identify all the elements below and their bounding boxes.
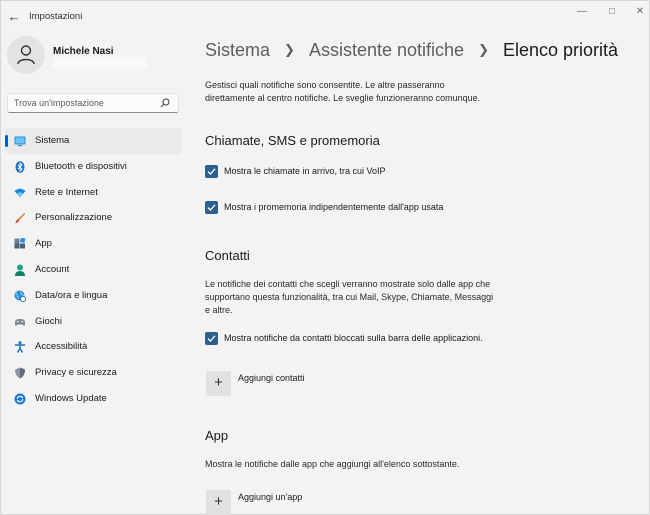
sidebar-item-label: Personalizzazione [35,212,113,224]
chevron-right-icon: ❯ [284,42,295,58]
checkbox-calls[interactable] [205,165,218,178]
add-app-button[interactable]: + [206,490,231,515]
search-icon[interactable] [160,98,170,108]
globe-clock-icon [14,290,26,302]
back-arrow-icon[interactable]: ← [7,10,21,24]
checkbox-reminders[interactable] [205,201,218,214]
sidebar-item-label: Sistema [35,135,70,146]
contacts-desc-line: supportano questa funzionalità, tra cui … [205,292,494,302]
sidebar-item-label: Giochi [35,315,62,327]
checkmark-icon [207,335,216,342]
shield-icon [15,367,25,379]
sidebar-item-label: Bluetooth e dispositivi [35,160,127,172]
checkmark-icon [207,168,216,175]
brush-icon [15,213,26,224]
user-name: Michele Nasi [53,46,114,57]
checkbox-label: Mostra notifiche da contatti bloccati su… [224,333,483,343]
page-title: Elenco priorità [503,39,619,60]
sidebar-item-windows-update[interactable]: Windows Update [5,386,181,412]
sidebar-item-rete[interactable]: Rete e Internet [5,180,181,206]
sidebar-item-label: Rete e Internet [35,186,98,198]
gamepad-icon [14,318,26,326]
add-contacts-button[interactable]: + [206,371,231,396]
sidebar-item-label: Accessibilità [35,341,88,353]
contacts-description: Le notifiche dei contatti che scegli ver… [205,278,493,317]
intro-text: Gestisci quali notifiche sono consentite… [205,79,480,105]
sidebar-item-label: Account [35,263,70,275]
sidebar-item-label: Windows Update [35,392,107,404]
contacts-desc-line: e altre. [205,305,233,315]
avatar[interactable] [7,36,45,74]
update-icon [14,393,26,405]
search-input[interactable] [14,96,154,110]
sidebar-item-accessibilita[interactable]: Accessibilità [5,334,181,360]
section-title-contacts: Contatti [205,248,250,263]
breadcrumb-sistema[interactable]: Sistema [205,40,270,61]
add-contacts-label[interactable]: Aggiungi contatti [238,373,305,383]
close-icon[interactable]: ✕ [625,3,650,21]
sidebar-item-label: App [35,238,52,250]
plus-icon: + [214,493,223,510]
person-avatar-icon [17,45,35,65]
bluetooth-icon [15,160,25,173]
title-bar: ← Impostazioni — □ ✕ [1,1,649,33]
checkmark-icon [207,204,216,211]
monitor-icon [14,136,26,147]
sidebar-item-personalizzazione[interactable]: Personalizzazione [5,205,181,231]
checkbox-blocked-contacts[interactable] [205,332,218,345]
section-title-apps: App [205,428,229,443]
checkbox-label: Mostra le chiamate in arrivo, tra cui Vo… [224,166,386,176]
add-app-label[interactable]: Aggiungi un'app [238,492,302,502]
active-indicator [5,135,8,147]
sidebar-item-data-ora[interactable]: Data/ora e lingua [5,283,181,309]
apps-description: Mostra le notifiche dalle app che aggiun… [205,459,460,469]
sidebar-nav: Sistema Bluetooth e dispositivi Rete e I… [5,128,181,412]
sidebar-item-privacy[interactable]: Privacy e sicurezza [5,360,181,386]
contacts-desc-line: Le notifiche dei contatti che scegli ver… [205,279,491,289]
intro-line: Gestisci quali notifiche sono consentite… [205,80,445,90]
sidebar-item-bluetooth[interactable]: Bluetooth e dispositivi [5,154,181,180]
sidebar-item-sistema[interactable]: Sistema [5,128,181,154]
breadcrumb-assistente-notifiche[interactable]: Assistente notifiche [309,40,464,61]
wifi-icon [14,188,26,198]
sidebar-item-giochi[interactable]: Giochi [5,309,181,335]
section-title-calls: Chiamate, SMS e promemoria [205,133,380,148]
maximize-icon[interactable]: □ [597,3,627,21]
checkbox-label: Mostra i promemoria indipendentemente da… [224,202,444,212]
sidebar-item-label: Data/ora e lingua [35,289,108,301]
sidebar-item-account[interactable]: Account [5,257,181,283]
sidebar-item-app[interactable]: App [5,231,181,257]
minimize-icon[interactable]: — [567,3,597,21]
app-title: Impostazioni [29,11,83,22]
search-box[interactable] [7,93,179,113]
intro-line: direttamente al centro notifiche. Le sve… [205,93,481,103]
breadcrumb: Sistema ❯ Assistente notifiche ❯ Elenco … [205,39,618,61]
chevron-right-icon: ❯ [478,42,489,58]
plus-icon: + [214,374,223,391]
person-icon [15,264,25,276]
sidebar-item-label: Privacy e sicurezza [35,367,117,379]
accessibility-icon [15,341,25,354]
user-email-redacted [53,57,147,69]
apps-icon [14,238,26,249]
